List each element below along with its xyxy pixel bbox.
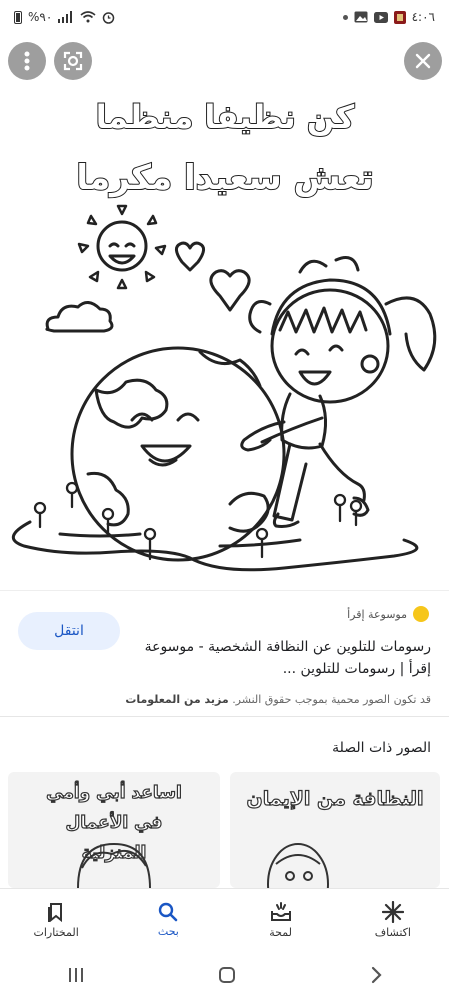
image-title-line1: كن نظيفا منظما <box>95 97 355 137</box>
lens-button[interactable] <box>54 42 92 80</box>
result-description[interactable]: رسومات للتلوين عن النظافة الشخصية - موسو… <box>131 636 431 680</box>
image-title-line2: تعش سعيدا مكرما <box>75 157 374 199</box>
nav-search[interactable]: بحث <box>118 902 218 938</box>
status-right: ٤:٠٦ <box>342 10 435 24</box>
related-image-1-illustration <box>267 843 329 888</box>
nav-discover-label: اكتشاف <box>374 925 411 939</box>
related-images-title: الصور ذات الصلة <box>332 740 431 756</box>
status-left: %٩٠ <box>14 10 115 24</box>
source-name: موسوعة إقرأ <box>347 607 407 621</box>
asterisk-icon <box>381 900 404 923</box>
gallery-icon <box>354 11 368 23</box>
more-info-link[interactable]: مزيد من المعلومات <box>125 693 228 706</box>
related-image-2-illustration <box>77 842 151 888</box>
battery-icon <box>14 10 22 24</box>
bottom-navigation: المختارات بحث لمحة اكتشاف <box>0 888 449 950</box>
bookmark-icon <box>48 902 63 922</box>
nav-search-label: بحث <box>157 924 179 938</box>
close-button[interactable] <box>404 42 442 80</box>
image-viewer[interactable]: كن نظيفا منظما تعش سعيدا مكرما <box>0 34 449 590</box>
more-vertical-icon <box>24 51 30 71</box>
nav-discover[interactable]: اكتشاف <box>343 900 443 939</box>
recent-apps-icon[interactable] <box>67 967 85 983</box>
copyright-text: قد تكون الصور محمية بموجب حقوق النشر. <box>232 693 431 706</box>
site-favicon-icon <box>413 606 429 622</box>
divider <box>0 716 449 717</box>
result-source[interactable]: موسوعة إقرأ <box>347 606 429 622</box>
app-icon <box>393 10 406 24</box>
youtube-icon <box>373 11 388 23</box>
visit-button[interactable]: انتقل <box>18 612 120 650</box>
related-image-1[interactable]: النظافة من الإيمان <box>230 772 440 888</box>
search-icon <box>159 902 178 921</box>
lens-icon <box>63 51 83 71</box>
signal-icon <box>58 11 73 23</box>
wifi-icon <box>80 11 96 23</box>
battery-level: %٩٠ <box>28 10 53 24</box>
clock: ٤:٠٦ <box>411 10 435 24</box>
nav-saved-label: المختارات <box>33 925 79 939</box>
alarm-icon <box>103 11 115 24</box>
nav-glance-label: لمحة <box>269 925 292 939</box>
related-image-2[interactable]: اساعد أبي وأمي في الأعمال المنزلية <box>8 772 220 888</box>
more-options-button[interactable] <box>8 42 46 80</box>
status-bar: %٩٠ ٤:٠٦ <box>0 0 449 34</box>
nav-glance[interactable]: لمحة <box>231 901 331 939</box>
system-navigation-bar <box>0 950 449 999</box>
nav-saved[interactable]: المختارات <box>6 901 106 939</box>
close-icon <box>415 53 431 69</box>
home-icon[interactable] <box>218 966 236 984</box>
dot-icon <box>342 14 348 20</box>
inbox-icon <box>270 901 291 921</box>
copyright-notice: قد تكون الصور محمية بموجب حقوق النشر. مز… <box>11 693 431 706</box>
back-icon[interactable] <box>369 966 383 984</box>
